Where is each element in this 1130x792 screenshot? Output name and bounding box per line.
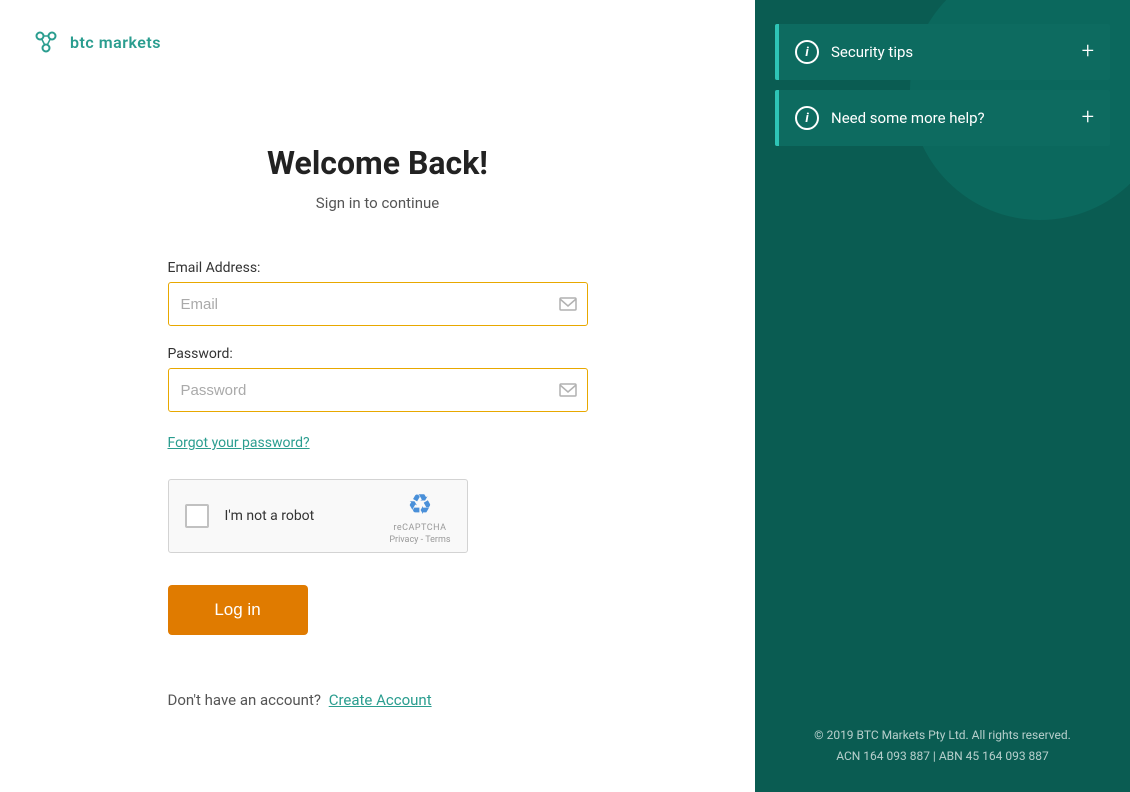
security-tips-expand-icon: + xyxy=(1082,41,1094,63)
security-tips-title: Security tips xyxy=(831,43,1070,61)
email-icon xyxy=(558,294,578,314)
recaptcha-label: I'm not a robot xyxy=(225,508,374,524)
footer-line2: ACN 164 093 887 | ABN 45 164 093 887 xyxy=(775,746,1110,768)
sign-in-subtitle: Sign in to continue xyxy=(316,194,439,212)
password-label: Password: xyxy=(168,346,588,362)
right-footer: © 2019 BTC Markets Pty Ltd. All rights r… xyxy=(755,701,1130,792)
email-input-wrapper xyxy=(168,282,588,326)
recaptcha-logo: ♻ reCAPTCHA Privacy - Terms xyxy=(389,488,450,545)
password-input[interactable] xyxy=(168,368,588,412)
email-label: Email Address: xyxy=(168,260,588,276)
security-tips-info-icon: i xyxy=(795,40,819,64)
password-form-group: Password: xyxy=(168,346,588,412)
email-input[interactable] xyxy=(168,282,588,326)
logo-text: btc markets xyxy=(70,33,161,52)
help-expand-icon: + xyxy=(1082,107,1094,129)
logo-icon xyxy=(32,28,60,56)
create-account-link[interactable]: Create Account xyxy=(329,691,432,709)
forgot-password-area: Forgot your password? xyxy=(168,432,588,451)
password-input-wrapper xyxy=(168,368,588,412)
left-panel: btc markets Welcome Back! Sign in to con… xyxy=(0,0,755,792)
recaptcha-box[interactable]: I'm not a robot ♻ reCAPTCHA Privacy - Te… xyxy=(168,479,468,553)
logo-area: btc markets xyxy=(0,0,755,84)
footer-line1: © 2019 BTC Markets Pty Ltd. All rights r… xyxy=(775,725,1110,747)
welcome-title: Welcome Back! xyxy=(267,144,488,182)
help-info-icon: i xyxy=(795,106,819,130)
security-tips-accordion[interactable]: i Security tips + xyxy=(775,24,1110,80)
recaptcha-links: Privacy - Terms xyxy=(389,535,450,545)
help-accordion[interactable]: i Need some more help? + xyxy=(775,90,1110,146)
help-title: Need some more help? xyxy=(831,109,1070,127)
password-icon xyxy=(558,380,578,400)
help-header[interactable]: i Need some more help? + xyxy=(779,90,1110,146)
email-form-group: Email Address: xyxy=(168,260,588,326)
login-button[interactable]: Log in xyxy=(168,585,308,635)
recaptcha-area: I'm not a robot ♻ reCAPTCHA Privacy - Te… xyxy=(168,479,588,553)
login-form-container: Welcome Back! Sign in to continue Email … xyxy=(0,84,755,792)
create-account-text: Don't have an account? Create Account xyxy=(168,691,432,709)
right-panel: i Security tips + i Need some more help?… xyxy=(755,0,1130,792)
recaptcha-spiral-icon: ♻ xyxy=(407,488,432,521)
security-tips-header[interactable]: i Security tips + xyxy=(779,24,1110,80)
forgot-password-link[interactable]: Forgot your password? xyxy=(168,435,310,451)
recaptcha-checkbox[interactable] xyxy=(185,504,209,528)
no-account-label: Don't have an account? xyxy=(168,691,321,709)
right-panel-content: i Security tips + i Need some more help?… xyxy=(755,0,1130,180)
recaptcha-brand: reCAPTCHA xyxy=(393,523,446,533)
